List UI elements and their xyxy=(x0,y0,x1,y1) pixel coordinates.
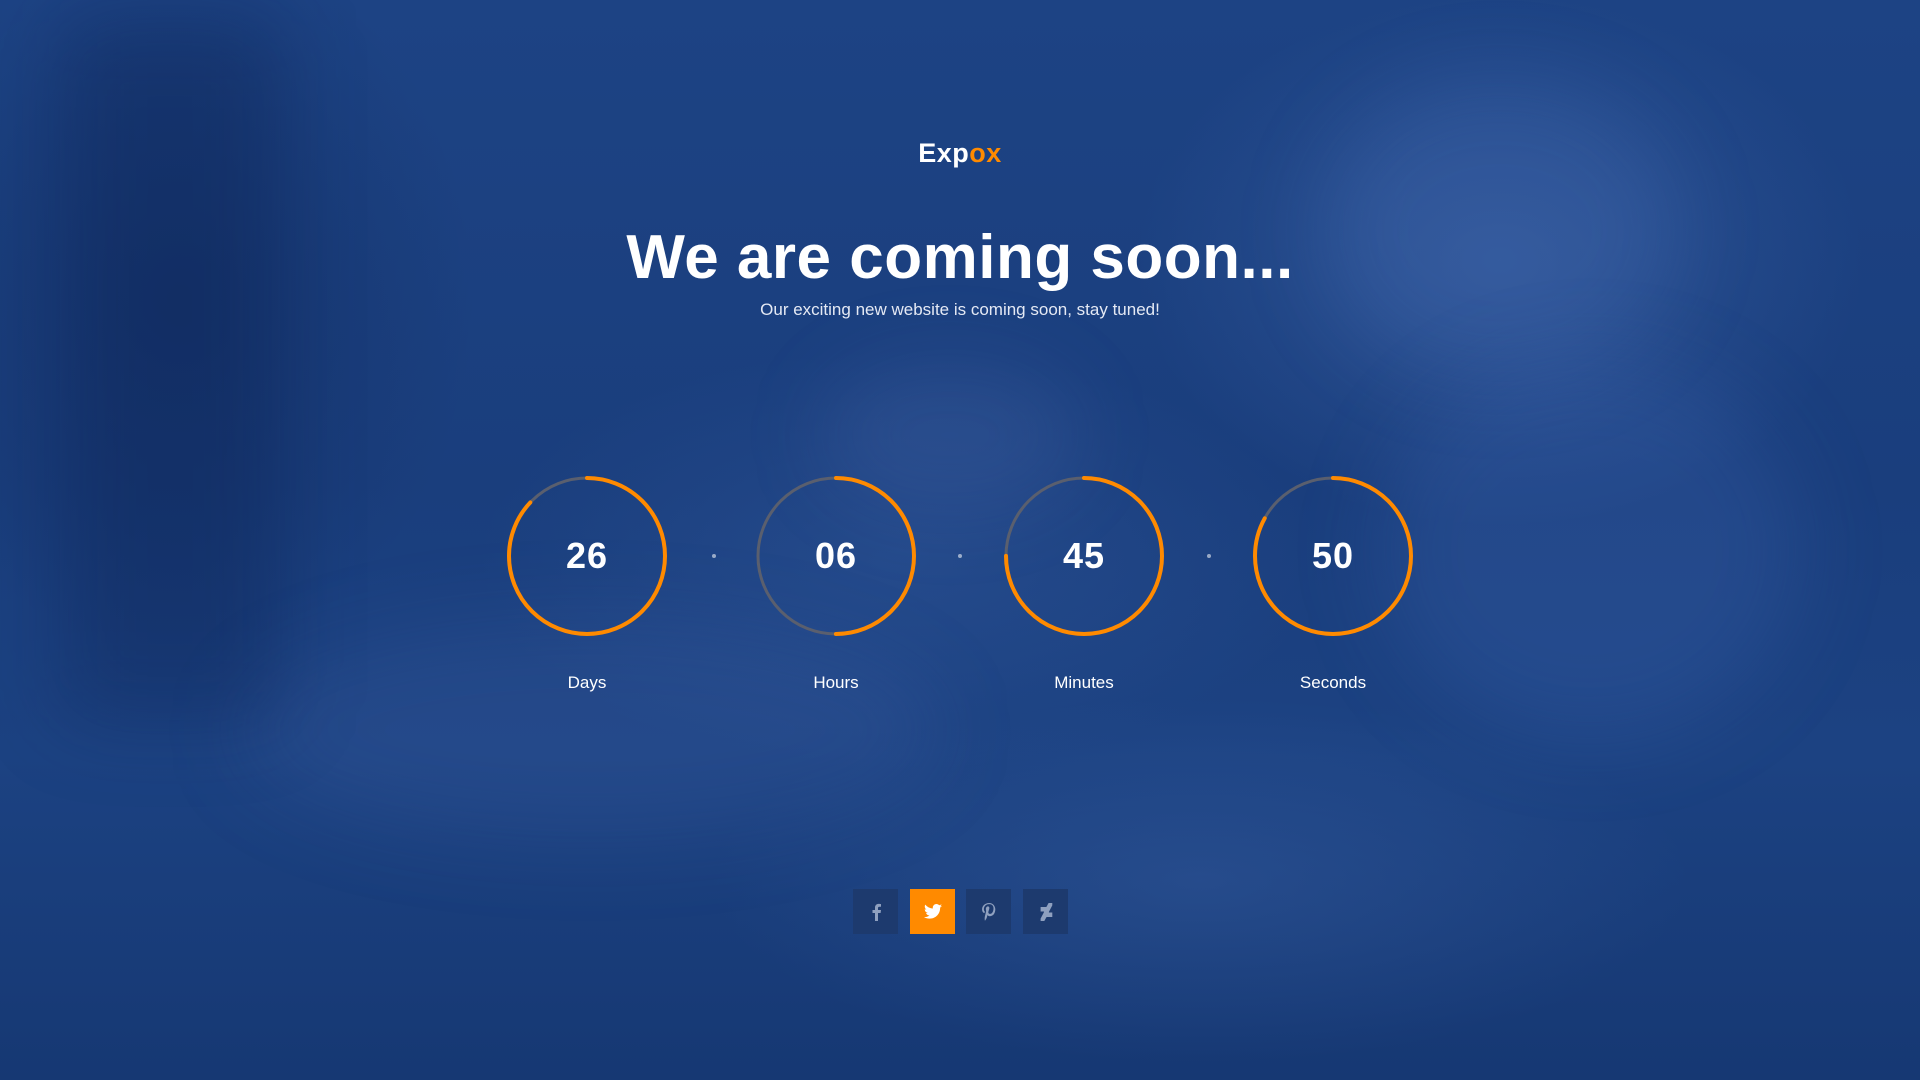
logo-text: Exp xyxy=(918,138,970,168)
countdown-separator xyxy=(1207,554,1211,558)
minutes-label: Minutes xyxy=(1054,673,1114,692)
seconds-value: 50 xyxy=(1311,535,1355,576)
days-label: Days xyxy=(567,673,607,692)
page-title: We are coming soon... xyxy=(626,223,1294,292)
coming-soon-page: Expox We are coming soon... Our exciting… xyxy=(0,0,1920,1080)
pinterest-link[interactable] xyxy=(966,889,1011,934)
twitter-icon xyxy=(923,904,942,919)
logo-accent-text: ox xyxy=(969,138,1002,168)
twitter-link[interactable] xyxy=(910,889,955,934)
countdown-separator xyxy=(958,554,962,558)
pinterest-icon xyxy=(981,902,995,921)
page-subtitle: Our exciting new website is coming soon,… xyxy=(760,300,1160,319)
countdown-days: 26 xyxy=(507,476,667,636)
days-value: 26 xyxy=(565,535,609,576)
countdown-separator xyxy=(712,554,716,558)
brand-logo[interactable]: Expox xyxy=(0,138,1920,169)
hours-value: 06 xyxy=(814,535,858,576)
minutes-value: 45 xyxy=(1062,535,1106,576)
deviantart-icon xyxy=(1040,902,1052,921)
countdown-seconds: 50 xyxy=(1253,476,1413,636)
facebook-link[interactable] xyxy=(853,889,898,934)
hours-label: Hours xyxy=(813,673,859,692)
deviantart-link[interactable] xyxy=(1023,889,1068,934)
countdown-hours: 06 xyxy=(756,476,916,636)
countdown-minutes: 45 xyxy=(1004,476,1164,636)
facebook-icon xyxy=(872,903,881,921)
seconds-label: Seconds xyxy=(1299,673,1367,692)
